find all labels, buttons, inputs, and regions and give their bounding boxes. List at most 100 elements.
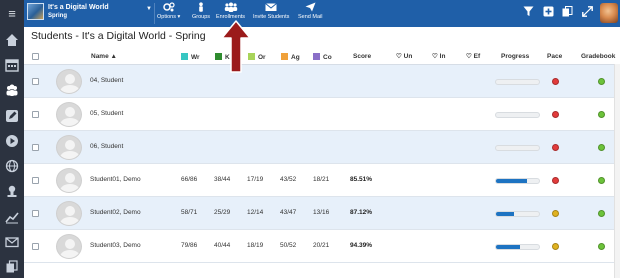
play-icon[interactable] [5, 134, 19, 148]
student-name[interactable]: 06, Student [90, 143, 123, 151]
column-header-co[interactable]: Co [313, 53, 332, 62]
hamburger-menu-button[interactable]: ≡ [0, 0, 24, 27]
column-header-or-label: Or [258, 54, 266, 61]
options-button[interactable]: Options ▾ [157, 2, 180, 21]
gradebook-indicator[interactable] [598, 144, 605, 151]
table-row[interactable]: 04, Student [24, 65, 620, 98]
column-header-wr-label: Wr [191, 54, 200, 61]
calendar-icon[interactable] [5, 58, 19, 72]
globe-icon[interactable] [5, 159, 19, 173]
gradebook-indicator[interactable] [598, 111, 605, 118]
enrollments-button[interactable]: Enrollments [216, 2, 245, 21]
column-header-in[interactable]: ♡ In [432, 53, 445, 61]
column-header-progress[interactable]: Progress [501, 53, 529, 61]
gears-icon [162, 2, 175, 12]
invite-students-button[interactable]: Invite Students [253, 2, 289, 21]
student-name[interactable]: Student02, Demo [90, 209, 141, 217]
progress-bar [495, 112, 540, 118]
column-header-un[interactable]: ♡ Un [396, 53, 412, 61]
invite-students-label: Invite Students [253, 14, 290, 20]
co-cell: 20/21 [313, 242, 330, 249]
progress-bar [495, 79, 540, 85]
heart-icon: ♡ [396, 53, 402, 60]
row-checkbox[interactable] [32, 111, 39, 118]
column-header-un-label: Un [403, 53, 413, 60]
co-cell: 13/16 [313, 209, 330, 216]
mail-icon[interactable] [5, 235, 19, 249]
column-header-pace[interactable]: Pace [547, 53, 562, 61]
column-header-gradebook[interactable]: Gradebook [581, 53, 615, 61]
course-dropdown-caret-icon[interactable]: ▼ [146, 6, 152, 12]
table-row[interactable]: Student02, Demo 58/71 25/29 12/14 43/47 … [24, 197, 620, 230]
page-title: Students - It's a Digital World - Spring [31, 30, 206, 42]
options-label: Options [157, 14, 176, 20]
row-checkbox[interactable] [32, 78, 39, 85]
add-icon[interactable] [543, 6, 554, 17]
student-avatar [56, 135, 82, 160]
select-all-checkbox[interactable] [32, 53, 39, 60]
pace-indicator [552, 144, 559, 151]
row-divider [24, 262, 620, 263]
gradebook-indicator[interactable] [598, 78, 605, 85]
progress-bar [495, 178, 540, 184]
column-header-wr[interactable]: Wr [181, 53, 200, 62]
column-header-name[interactable]: Name ▲ [91, 53, 117, 61]
chart-icon[interactable] [5, 210, 19, 224]
student-avatar [56, 168, 82, 193]
student-name[interactable]: 05, Student [90, 110, 123, 118]
user-avatar[interactable] [600, 3, 618, 23]
progress-bar [495, 244, 540, 250]
groups-label: Groups [192, 14, 211, 20]
column-header-ag-label: Ag [291, 54, 300, 61]
column-header-score[interactable]: Score [353, 53, 371, 61]
k-cell: 40/44 [214, 242, 231, 249]
student-name[interactable]: Student03, Demo [90, 242, 141, 250]
wr-cell: 58/71 [181, 209, 198, 216]
award-icon[interactable] [5, 184, 19, 198]
sidebar [0, 27, 24, 278]
pace-indicator [552, 111, 559, 118]
wr-cell: 66/86 [181, 176, 198, 183]
users-icon[interactable] [5, 83, 19, 97]
row-checkbox[interactable] [32, 177, 39, 184]
groups-button[interactable]: Groups [192, 2, 210, 21]
column-header-ef-label: Ef [473, 53, 481, 60]
or-cell: 12/14 [247, 209, 264, 216]
expand-icon[interactable] [582, 6, 593, 17]
student-avatar [56, 234, 82, 259]
paper-plane-icon [305, 2, 316, 12]
gradebook-indicator[interactable] [598, 210, 605, 217]
gradebook-indicator[interactable] [598, 177, 605, 184]
send-mail-button[interactable]: Send Mail [298, 2, 322, 21]
k-cell: 38/44 [214, 176, 231, 183]
table-row[interactable]: 06, Student [24, 131, 620, 164]
progress-fill [496, 179, 527, 183]
gradebook-indicator[interactable] [598, 243, 605, 250]
course-title[interactable]: It's a Digital World [48, 3, 109, 12]
row-checkbox[interactable] [32, 210, 39, 217]
pace-indicator [552, 78, 559, 85]
edit-icon[interactable] [5, 109, 19, 123]
column-header-ag[interactable]: Ag [281, 53, 300, 62]
row-checkbox[interactable] [32, 243, 39, 250]
column-header-ef[interactable]: ♡ Ef [466, 53, 480, 61]
vertical-scrollbar[interactable] [614, 64, 620, 278]
co-cell: 18/21 [313, 176, 330, 183]
student-avatar [56, 102, 82, 127]
table-row[interactable]: 05, Student [24, 98, 620, 131]
table-row[interactable]: Student03, Demo 79/86 40/44 18/19 50/52 … [24, 230, 620, 263]
filter-icon[interactable] [523, 6, 534, 17]
column-header-co-label: Co [323, 54, 332, 61]
student-name[interactable]: 04, Student [90, 77, 123, 85]
home-icon[interactable] [5, 33, 19, 47]
copy-icon[interactable] [562, 6, 573, 17]
course-thumbnail[interactable] [27, 3, 44, 20]
sort-ascending-icon: ▲ [110, 53, 117, 60]
table-row[interactable]: Student01, Demo 66/86 38/44 17/19 43/52 … [24, 164, 620, 197]
users-icon [224, 2, 237, 12]
row-checkbox[interactable] [32, 144, 39, 151]
copy-icon[interactable] [5, 260, 19, 274]
progress-bar [495, 145, 540, 151]
wr-cell: 79/86 [181, 242, 198, 249]
student-name[interactable]: Student01, Demo [90, 176, 141, 184]
